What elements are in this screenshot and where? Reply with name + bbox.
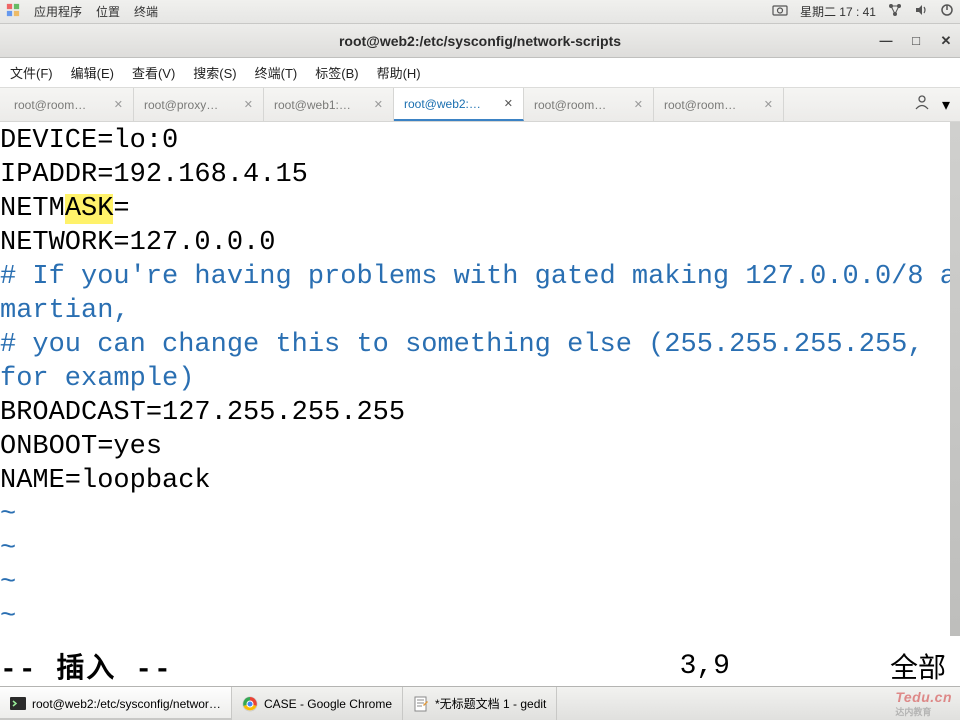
menu-help[interactable]: 帮助(H)	[373, 60, 425, 85]
menu-file[interactable]: 文件(F)	[6, 60, 57, 85]
terminal-tab-active[interactable]: root@web2:… ✕	[394, 88, 524, 121]
taskbar-item[interactable]: CASE - Google Chrome	[232, 687, 403, 720]
tab-close-icon[interactable]: ✕	[626, 98, 643, 111]
menu-tabs[interactable]: 标签(B)	[311, 60, 362, 85]
tab-label: root@room…	[664, 98, 736, 112]
terminal-tabbar: root@room… ✕ root@proxy… ✕ root@web1:… ✕ ro…	[0, 88, 960, 122]
taskbar-item-label: root@web2:/etc/sysconfig/networ…	[32, 697, 221, 711]
editor-line: ONBOOT=yes	[0, 430, 960, 464]
taskbar-item-label: *无标题文档 1 - gedit	[435, 695, 546, 712]
tab-label: root@room…	[534, 98, 606, 112]
taskbar-item[interactable]: *无标题文档 1 - gedit	[403, 687, 557, 720]
terminal-tab[interactable]: root@room… ✕	[4, 88, 134, 121]
tab-label: root@web2:…	[404, 97, 481, 111]
editor-comment-line: # If you're having problems with gated m…	[0, 260, 960, 328]
tab-label: root@proxy…	[144, 98, 218, 112]
clock[interactable]: 星期二 17 : 41	[800, 3, 876, 20]
editor-line: BROADCAST=127.255.255.255	[0, 396, 960, 430]
vim-mode: -- 插入 --	[0, 646, 173, 686]
editor-tilde: ~	[0, 498, 960, 532]
editor-tilde: ~	[0, 532, 960, 566]
terminal-tab[interactable]: root@room… ✕	[654, 88, 784, 121]
taskbar-item[interactable]: root@web2:/etc/sysconfig/networ…	[0, 687, 232, 720]
watermark: Tedu.cn 达内教育	[895, 689, 952, 718]
menu-view[interactable]: 查看(V)	[128, 60, 179, 85]
tab-close-icon[interactable]: ✕	[106, 98, 123, 111]
taskbar-item-label: CASE - Google Chrome	[264, 697, 392, 711]
volume-icon[interactable]	[914, 3, 928, 20]
power-icon[interactable]	[940, 3, 954, 20]
editor-line: NETMASK=	[0, 192, 960, 226]
vim-scroll-pct: 全部	[890, 646, 946, 686]
vim-cursor-pos: 3,9	[680, 651, 730, 682]
desktop-taskbar: root@web2:/etc/sysconfig/networ… CASE - …	[0, 686, 960, 720]
close-button[interactable]: ✕	[938, 33, 954, 49]
maximize-button[interactable]: □	[908, 33, 924, 49]
menu-search[interactable]: 搜索(S)	[189, 60, 240, 85]
terminal-icon	[10, 696, 26, 712]
chevron-down-icon[interactable]: ▾	[942, 95, 950, 115]
camera-icon[interactable]	[772, 3, 788, 20]
terminal-tab[interactable]: root@web1:… ✕	[264, 88, 394, 121]
editor-line: IPADDR=192.168.4.15	[0, 158, 960, 192]
chrome-icon	[242, 696, 258, 712]
search-highlight: ASK	[65, 194, 114, 224]
menubar: 文件(F) 编辑(E) 查看(V) 搜索(S) 终端(T) 标签(B) 帮助(H…	[0, 58, 960, 88]
editor-line: NAME=loopback	[0, 464, 960, 498]
desktop-top-panel: 应用程序 位置 终端 星期二 17 : 41	[0, 0, 960, 24]
topbar-terminal[interactable]: 终端	[134, 3, 158, 20]
editor-comment-line: # you can change this to something else …	[0, 328, 960, 396]
app-menu-icon	[6, 3, 20, 20]
editor-line: DEVICE=lo:0	[0, 124, 960, 158]
gedit-icon	[413, 696, 429, 712]
tab-close-icon[interactable]: ✕	[366, 98, 383, 111]
terminal-tab[interactable]: root@proxy… ✕	[134, 88, 264, 121]
editor-tilde: ~	[0, 600, 960, 634]
tab-close-icon[interactable]: ✕	[756, 98, 773, 111]
minimize-button[interactable]: —	[878, 33, 894, 49]
terminal-editor[interactable]: DEVICE=lo:0 IPADDR=192.168.4.15 NETMASK=…	[0, 122, 960, 686]
menu-edit[interactable]: 编辑(E)	[67, 60, 118, 85]
topbar-places[interactable]: 位置	[96, 3, 120, 20]
menu-terminal[interactable]: 终端(T)	[251, 60, 302, 85]
tab-label: root@web1:…	[274, 98, 351, 112]
tab-close-icon[interactable]: ✕	[496, 97, 513, 110]
tab-label: root@room…	[14, 98, 86, 112]
terminal-tab[interactable]: root@room… ✕	[524, 88, 654, 121]
scrollbar[interactable]	[950, 122, 960, 636]
network-icon[interactable]	[888, 3, 902, 20]
editor-line: NETWORK=127.0.0.0	[0, 226, 960, 260]
window-title: root@web2:/etc/sysconfig/network-scripts	[339, 33, 621, 49]
topbar-applications[interactable]: 应用程序	[34, 3, 82, 20]
tab-close-icon[interactable]: ✕	[236, 98, 253, 111]
editor-tilde: ~	[0, 566, 960, 600]
vim-statusline: -- 插入 -- 3,9 全部	[0, 646, 960, 686]
window-titlebar: root@web2:/etc/sysconfig/network-scripts…	[0, 24, 960, 58]
profile-icon[interactable]	[914, 94, 930, 115]
